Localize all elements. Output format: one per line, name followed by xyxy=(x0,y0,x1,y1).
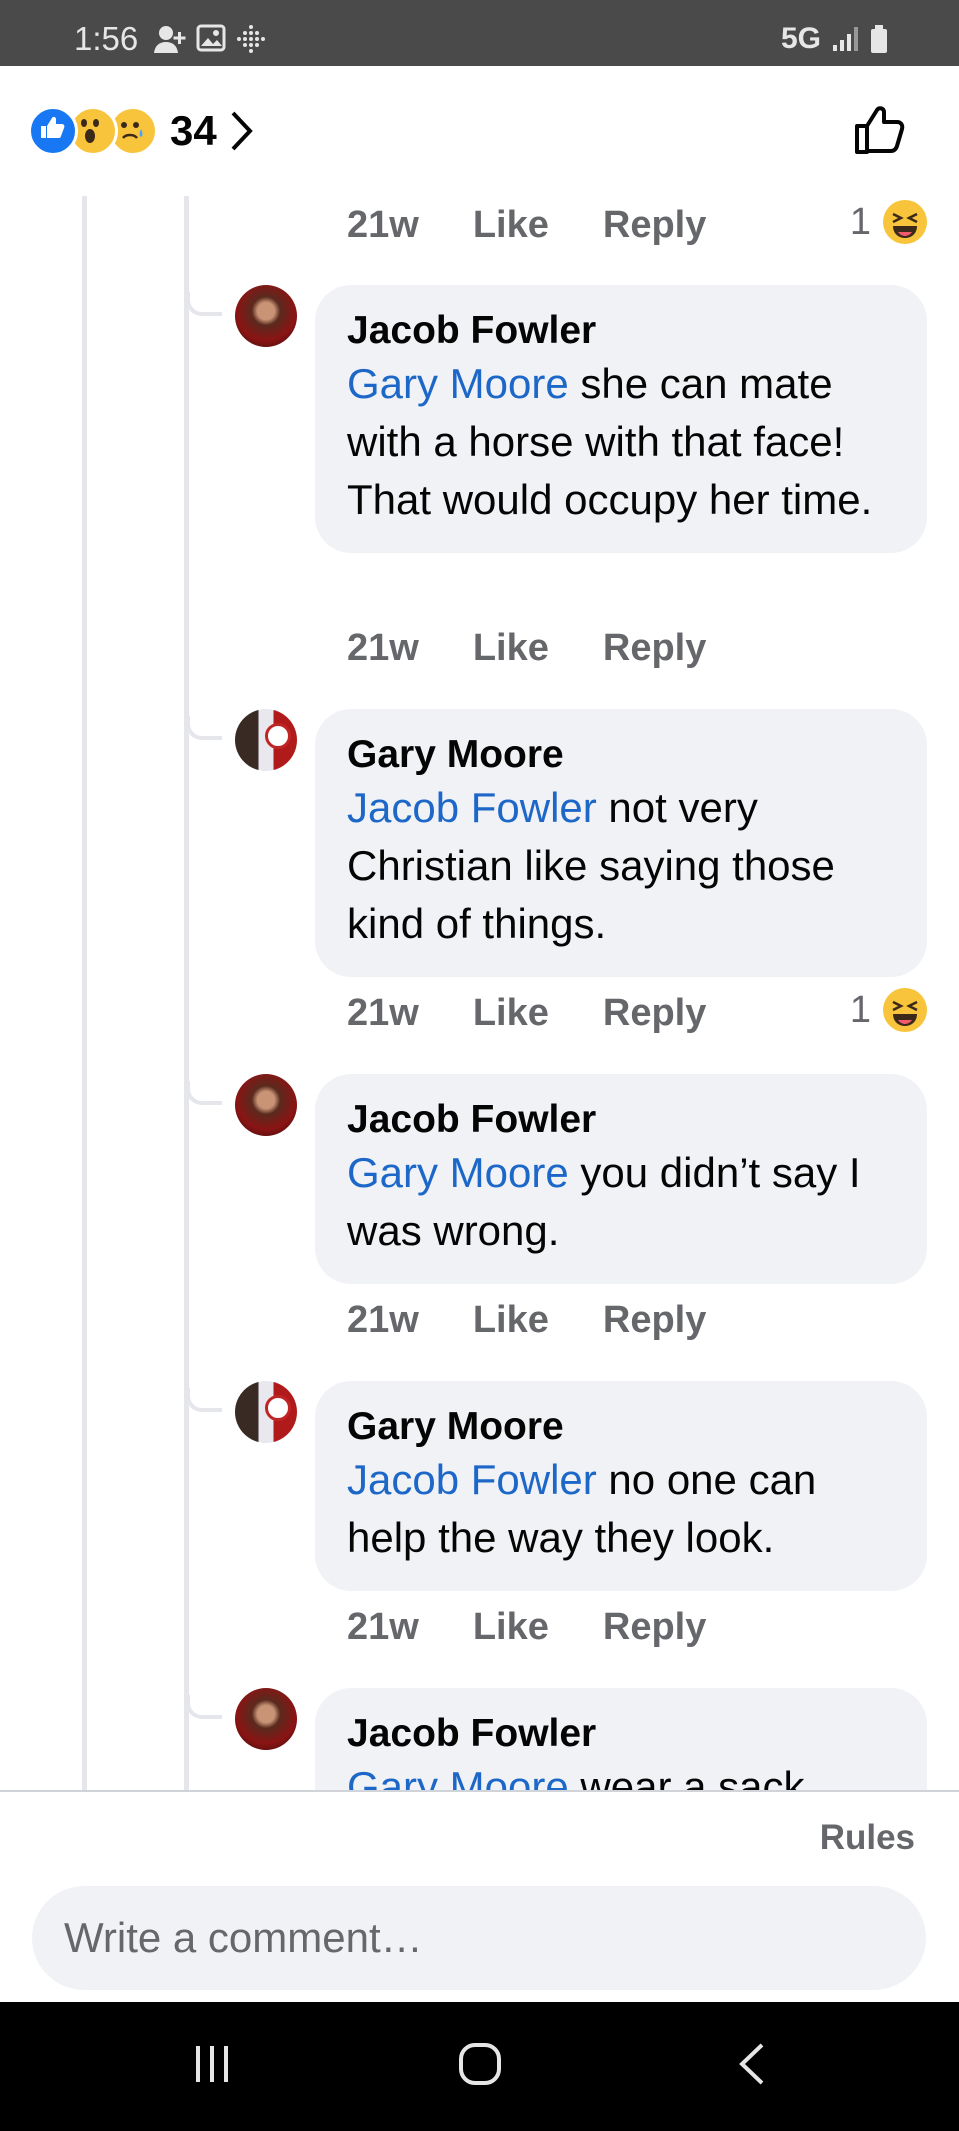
thread-line-outer xyxy=(82,196,87,1856)
comment-mention[interactable]: Jacob Fowler xyxy=(347,1456,597,1503)
comment-text: Gary Moore you didn’t say I was wrong. xyxy=(347,1144,895,1260)
avatar[interactable] xyxy=(235,1381,297,1443)
comment-time: 21w xyxy=(347,204,419,246)
dots-grid-icon xyxy=(237,25,265,53)
person-add-icon xyxy=(154,26,186,53)
comment-meta: 21w Like Reply xyxy=(347,1606,706,1649)
comment-text: Jacob Fowler no one can help the way the… xyxy=(347,1451,895,1567)
comment-text: Jacob Fowler not very Christian like say… xyxy=(347,779,895,953)
comment-author[interactable]: Gary Moore xyxy=(347,731,895,779)
reply-connector xyxy=(186,716,222,740)
comment-time: 21w xyxy=(347,1606,419,1648)
chevron-right-icon[interactable] xyxy=(229,109,255,153)
comment-like-button[interactable]: Like xyxy=(473,1606,549,1649)
like-reaction-icon xyxy=(28,106,78,156)
haha-reaction-icon xyxy=(883,988,927,1032)
comment-author[interactable]: Jacob Fowler xyxy=(347,1096,895,1144)
status-bar: 1:56 5G xyxy=(0,0,959,66)
comment-like-button[interactable]: Like xyxy=(473,204,549,247)
comment-reply-button[interactable]: Reply xyxy=(603,1299,706,1342)
network-label: 5G xyxy=(780,22,821,55)
comment-meta: 21w Like Reply xyxy=(347,204,706,247)
avatar[interactable] xyxy=(235,709,297,771)
comment-mention[interactable]: Jacob Fowler xyxy=(347,784,597,831)
comment-text: Gary Moore she can mate with a horse wit… xyxy=(347,355,895,529)
reaction-count: 1 xyxy=(849,988,871,1031)
comment-meta: 21w Like Reply xyxy=(347,1299,706,1342)
comment-reply-button[interactable]: Reply xyxy=(603,204,706,247)
gallery-icon xyxy=(196,24,226,52)
back-icon[interactable] xyxy=(736,2042,768,2086)
comment-time: 21w xyxy=(347,992,419,1034)
comment-author[interactable]: Jacob Fowler xyxy=(347,1710,895,1758)
thumbs-up-icon xyxy=(855,106,905,154)
comment-bubble[interactable]: Gary Moore Jacob Fowler no one can help … xyxy=(315,1381,927,1591)
comment-reply-button[interactable]: Reply xyxy=(603,992,706,1035)
system-nav-bar xyxy=(0,2002,959,2131)
comment-like-button[interactable]: Like xyxy=(473,627,549,670)
reply-connector xyxy=(186,1695,222,1719)
avatar[interactable] xyxy=(235,285,297,347)
avatar[interactable] xyxy=(235,1074,297,1136)
signal-icon xyxy=(833,27,858,51)
status-notification-icons xyxy=(152,24,266,54)
comment-reaction[interactable]: 1 xyxy=(850,200,927,244)
home-icon[interactable] xyxy=(458,2042,502,2086)
like-post-button[interactable] xyxy=(851,102,907,163)
comment-input[interactable] xyxy=(32,1886,926,1990)
comment-composer: Rules xyxy=(0,1790,959,2002)
reaction-count[interactable]: 34 xyxy=(170,107,217,155)
comment-time: 21w xyxy=(347,627,419,669)
comment-mention[interactable]: Gary Moore xyxy=(347,360,569,407)
comment-meta: 21w Like Reply xyxy=(347,992,706,1035)
avatar[interactable] xyxy=(235,1688,297,1750)
comment-author[interactable]: Jacob Fowler xyxy=(347,307,895,355)
battery-icon xyxy=(871,25,887,53)
comment-bubble[interactable]: Jacob Fowler Gary Moore you didn’t say I… xyxy=(315,1074,927,1284)
comment-time: 21w xyxy=(347,1299,419,1341)
comment-reply-button[interactable]: Reply xyxy=(603,1606,706,1649)
rules-link[interactable]: Rules xyxy=(820,1818,915,1858)
comment-reaction[interactable]: 1 xyxy=(850,988,927,1032)
reaction-count: 1 xyxy=(849,200,871,243)
status-time: 1:56 xyxy=(74,20,139,57)
comment-mention[interactable]: Gary Moore xyxy=(347,1149,569,1196)
reaction-summary[interactable]: 34 xyxy=(28,106,255,156)
comment-meta: 21w Like Reply xyxy=(347,627,706,670)
thread-line-inner xyxy=(184,196,189,1856)
comments-sheet[interactable]: 34 21w Like Reply 1 Jacob Fowler Gary Mo… xyxy=(0,66,959,2002)
haha-reaction-icon xyxy=(883,200,927,244)
reply-connector xyxy=(186,1388,222,1412)
comment-reply-button[interactable]: Reply xyxy=(603,627,706,670)
comment-like-button[interactable]: Like xyxy=(473,1299,549,1342)
comment-bubble[interactable]: Gary Moore Jacob Fowler not very Christi… xyxy=(315,709,927,977)
recents-icon[interactable] xyxy=(190,2042,234,2086)
reply-connector xyxy=(186,292,222,316)
status-right: 5G xyxy=(781,22,889,56)
reply-connector xyxy=(186,1081,222,1105)
comment-bubble[interactable]: Jacob Fowler Gary Moore she can mate wit… xyxy=(315,285,927,553)
comment-like-button[interactable]: Like xyxy=(473,992,549,1035)
comment-author[interactable]: Gary Moore xyxy=(347,1403,895,1451)
